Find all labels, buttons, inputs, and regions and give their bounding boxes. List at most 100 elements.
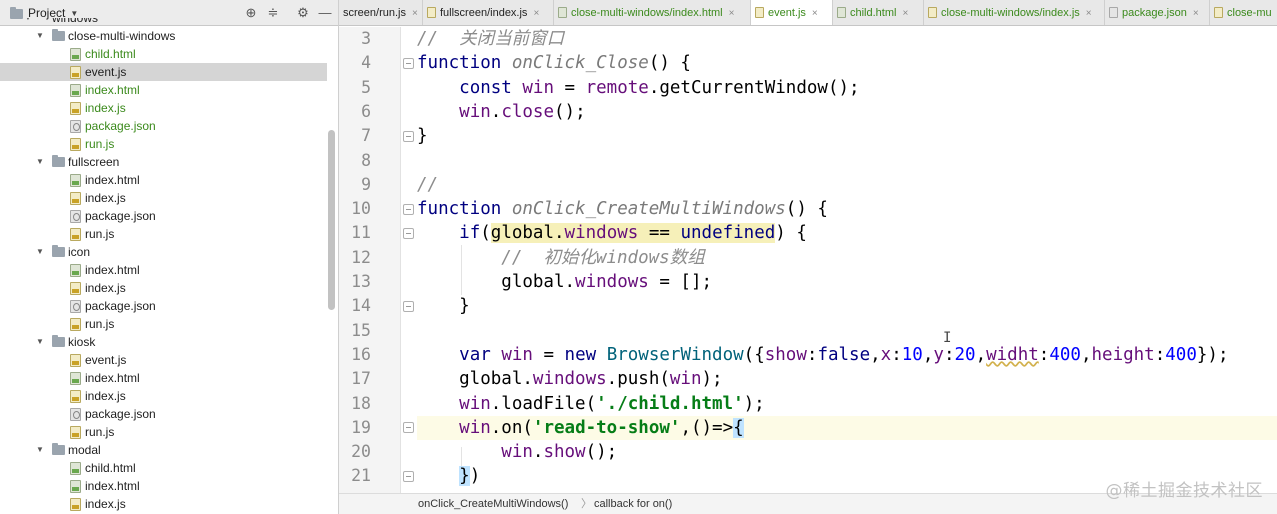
close-icon[interactable]: × (729, 8, 735, 19)
tree-file[interactable]: index.js (0, 495, 327, 513)
tree-item-label: index.js (85, 497, 126, 511)
editor-tab[interactable]: close-mu (1210, 0, 1277, 25)
tree-file[interactable]: index.html (0, 369, 327, 387)
editor-tab[interactable]: fullscreen/index.js × (423, 0, 554, 25)
tree-folder[interactable]: ▼ icon (0, 243, 327, 261)
tree-file[interactable]: event.js (0, 63, 327, 81)
editor-tab-bar: screen/run.js × fullscreen/index.js × close-… (339, 0, 1277, 26)
close-icon[interactable]: × (1086, 8, 1092, 19)
close-icon[interactable]: × (412, 8, 418, 19)
line-number: 8 (361, 150, 371, 170)
tab-label: child.html (850, 7, 897, 19)
html-file-icon (70, 264, 81, 277)
tree-file[interactable]: index.html (0, 261, 327, 279)
tree-folder[interactable]: ▼ kiosk (0, 333, 327, 351)
fold-marker-icon[interactable] (403, 422, 414, 433)
chevron-down-icon[interactable]: ▼ (36, 27, 44, 45)
tree-file[interactable]: package.json (0, 297, 327, 315)
tree-item-label: index.html (85, 263, 140, 277)
code-line: var win = new BrowserWindow({show:false,… (459, 344, 1229, 365)
tree-file[interactable]: event.js (0, 351, 327, 369)
fold-marker-icon[interactable] (403, 204, 414, 215)
close-icon[interactable]: × (812, 8, 818, 19)
editor-tab[interactable]: event.js × (751, 0, 833, 25)
tree-file[interactable]: index.js (0, 279, 327, 297)
js-file-icon (70, 138, 81, 151)
editor-tab[interactable]: package.json × (1105, 0, 1210, 25)
line-number: 12 (351, 247, 371, 267)
js-file-icon (70, 102, 81, 115)
breadcrumb-item[interactable]: onClick_CreateMultiWindows() (418, 494, 568, 514)
tree-file[interactable]: package.json (0, 405, 327, 423)
fold-marker-icon[interactable] (403, 131, 414, 142)
tree-file[interactable]: run.js (0, 423, 327, 441)
tree-folder[interactable]: ▼ close-multi-windows (0, 27, 327, 45)
line-number: 20 (351, 442, 371, 462)
chevron-down-icon[interactable]: ▼ (36, 441, 44, 459)
json-file-icon (70, 120, 81, 133)
tree-file[interactable]: child.html (0, 459, 327, 477)
js-file-icon (1214, 7, 1223, 18)
tree-file[interactable]: child.html (0, 45, 327, 63)
tab-label: close-multi-windows/index.js (941, 7, 1080, 19)
code-editor[interactable]: 3 4 5 6 7 8 9 10 11 12 13 14 15 16 17 18 19 20 21 // 关闭当前窗… (339, 27, 1277, 493)
js-file-icon (70, 66, 81, 79)
js-file-icon (70, 498, 81, 511)
fold-marker-icon[interactable] (403, 301, 414, 312)
tab-label: fullscreen/index.js (440, 7, 528, 19)
code-line: if(global.windows == undefined) { (459, 223, 807, 244)
chevron-down-icon[interactable]: ▼ (36, 153, 44, 171)
code-line: global.windows.push(win); (417, 369, 723, 390)
tab-label: screen/run.js (343, 7, 406, 19)
editor-tab[interactable]: close-multi-windows/index.js × (924, 0, 1105, 25)
chevron-down-icon[interactable]: ▼ (36, 333, 44, 351)
tree-file[interactable]: run.js (0, 135, 327, 153)
tree-file[interactable]: index.js (0, 387, 327, 405)
tree-folder[interactable]: ▼ fullscreen (0, 153, 327, 171)
close-icon[interactable]: × (533, 8, 539, 19)
code-line: // 关闭当前窗口 (417, 29, 565, 49)
fold-marker-icon[interactable] (403, 228, 414, 239)
tree-item-label: run.js (85, 227, 115, 241)
line-number: 9 (361, 174, 371, 194)
tree-item-label: icon (68, 245, 91, 259)
html-file-icon (70, 462, 81, 475)
fold-marker-icon[interactable] (403, 58, 414, 69)
chevron-down-icon: ▼ (24, 18, 32, 26)
fold-marker-icon[interactable] (403, 471, 414, 482)
breadcrumb-item[interactable]: callback for on() (594, 494, 672, 514)
line-number: 17 (351, 369, 371, 389)
js-file-icon (70, 390, 81, 403)
chevron-down-icon: ▼ (70, 8, 79, 18)
js-file-icon (70, 354, 81, 367)
tree-item-label: child.html (85, 461, 136, 475)
close-icon[interactable]: × (1193, 8, 1199, 19)
code-line: win.loadFile('./child.html'); (459, 393, 765, 414)
tree-file[interactable]: package.json (0, 117, 327, 135)
tree-item-label: index.html (85, 371, 140, 385)
tree-folder[interactable]: ▼ modal (0, 441, 327, 459)
tree-file[interactable]: run.js (0, 225, 327, 243)
chevron-down-icon[interactable]: ▼ (36, 243, 44, 261)
tree-item-label: child.html (85, 47, 136, 61)
tree-file[interactable]: index.html (0, 171, 327, 189)
tree-item-label: kiosk (68, 335, 96, 349)
tree-item-label: run.js (85, 425, 115, 439)
tree-scrollbar[interactable] (328, 130, 335, 310)
tree-item-label: package.json (85, 407, 156, 421)
editor-tab[interactable]: child.html × (833, 0, 924, 25)
html-file-icon (70, 84, 81, 97)
editor-tab[interactable]: screen/run.js × (339, 0, 423, 25)
editor-tab[interactable]: close-multi-windows/index.html × (554, 0, 751, 25)
tree-file[interactable]: run.js (0, 315, 327, 333)
tree-file[interactable]: index.js (0, 189, 327, 207)
tree-root-folder[interactable]: ▼ windows (0, 18, 327, 26)
tree-file[interactable]: index.js (0, 99, 327, 117)
code-line: function onClick_CreateMultiWindows() { (417, 199, 828, 220)
tree-file[interactable]: package.json (0, 207, 327, 225)
close-icon[interactable]: × (902, 8, 908, 19)
code-line: } (417, 126, 428, 147)
tree-file[interactable]: index.html (0, 477, 327, 495)
watermark: @稀土掘金技术社区 (1105, 481, 1263, 501)
tree-file[interactable]: index.html (0, 81, 327, 99)
